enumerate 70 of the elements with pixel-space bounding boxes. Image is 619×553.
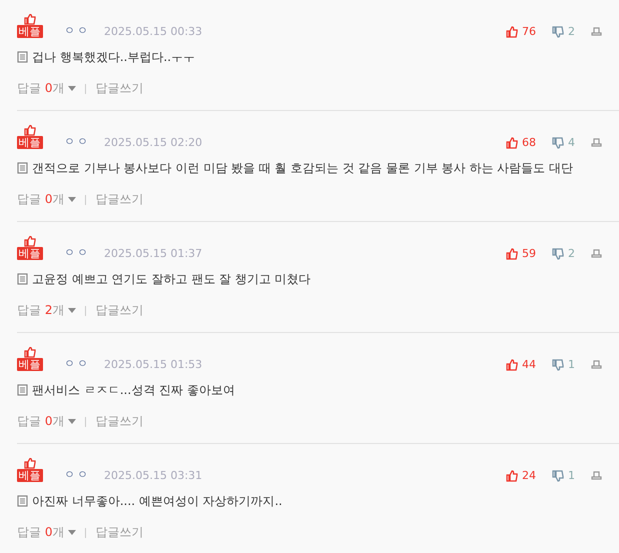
thumbs-up-icon — [24, 14, 36, 25]
author-name: ㅇㅇ — [64, 245, 90, 260]
best-badge: 베플 — [16, 25, 42, 38]
dislike-count: 2 — [568, 25, 575, 38]
thumbs-up-icon[interactable] — [506, 470, 518, 482]
write-reply-link[interactable]: 답글쓰기 — [95, 80, 144, 97]
author-name: ㅇㅇ — [64, 467, 90, 482]
thumbs-up-icon — [24, 458, 36, 469]
thumbs-up-icon — [24, 236, 36, 247]
comment-text: 겁나 행복했겠다..부럽다..ㅜㅜ — [32, 48, 196, 66]
siren-icon[interactable] — [591, 470, 602, 481]
reply-count-toggle[interactable]: 답글 0개 — [17, 80, 76, 97]
thumbs-down-icon[interactable] — [552, 248, 564, 260]
write-reply-link[interactable]: 답글쓰기 — [95, 413, 144, 430]
comment-date: 2025.05.15 02:20 — [104, 136, 202, 149]
comment-text: 갠적으로 기부나 봉사보다 이런 미담 봤을 때 훨 호감되는 것 같음 물론 기부 봉사 하는 사람들도 대단 — [32, 160, 574, 176]
siren-icon[interactable] — [591, 359, 602, 370]
thumbs-down-icon[interactable] — [552, 26, 564, 38]
write-reply-link[interactable]: 답글쓰기 — [95, 302, 144, 319]
thumbs-up-icon[interactable] — [506, 358, 518, 370]
comment-date: 2025.05.15 01:37 — [104, 247, 202, 260]
like-count: 76 — [522, 25, 536, 38]
comment-date: 2025.05.15 03:31 — [104, 469, 202, 482]
thumbs-down-icon[interactable] — [552, 470, 564, 482]
write-reply-link[interactable]: 답글쓰기 — [95, 524, 144, 541]
comment-date: 2025.05.15 00:33 — [104, 25, 202, 38]
siren-icon[interactable] — [591, 248, 602, 259]
caret-icon[interactable] — [68, 197, 76, 202]
siren-icon[interactable] — [591, 137, 602, 148]
like-count: 59 — [522, 247, 536, 260]
reply-count-toggle[interactable]: 답글 0개 — [17, 413, 76, 430]
dislike-count: 2 — [568, 247, 575, 260]
best-badge: 베플 — [16, 469, 42, 482]
best-badge: 베플 — [16, 358, 42, 371]
comment-text: 고윤정 예쁘고 연기도 잘하고 팬도 잘 챙기고 미쳤다 — [32, 270, 311, 288]
best-badge: 베플 — [16, 247, 42, 260]
dislike-count: 4 — [568, 136, 575, 149]
dislike-count: 1 — [568, 358, 575, 371]
caret-icon[interactable] — [68, 419, 76, 424]
comment-date: 2025.05.15 01:53 — [104, 358, 202, 371]
like-count: 68 — [522, 136, 536, 149]
thumbs-up-icon — [24, 347, 36, 358]
document-icon — [17, 162, 28, 174]
thumbs-down-icon[interactable] — [552, 136, 564, 148]
author-name: ㅇㅇ — [64, 134, 90, 149]
comment-text: 팬서비스 ㄹㅈㄷ...성격 진짜 좋아보여 — [32, 382, 235, 398]
author-name: ㅇㅇ — [64, 356, 90, 371]
dislike-count: 1 — [568, 469, 575, 482]
reply-count-toggle[interactable]: 답글 0개 — [17, 191, 76, 208]
comment-text: 아진짜 너무좋아.... 예쁜여성이 자상하기까지.. — [32, 492, 282, 510]
like-count: 24 — [522, 469, 536, 482]
thumbs-up-icon — [24, 125, 36, 136]
write-reply-link[interactable]: 답글쓰기 — [95, 191, 144, 208]
thumbs-up-icon[interactable] — [506, 136, 518, 148]
author-name: ㅇㅇ — [64, 23, 90, 38]
like-count: 44 — [522, 358, 536, 371]
document-icon — [17, 273, 28, 285]
thumbs-down-icon[interactable] — [552, 358, 564, 370]
siren-icon[interactable] — [591, 26, 602, 37]
document-icon — [17, 384, 28, 396]
document-icon — [17, 51, 28, 63]
caret-icon[interactable] — [68, 308, 76, 313]
reply-count-toggle[interactable]: 답글 2개 — [17, 302, 76, 319]
reply-count-toggle[interactable]: 답글 0개 — [17, 524, 76, 541]
best-badge: 베플 — [16, 136, 42, 149]
thumbs-up-icon[interactable] — [506, 26, 518, 38]
caret-icon[interactable] — [68, 86, 76, 91]
thumbs-up-icon[interactable] — [506, 248, 518, 260]
document-icon — [17, 495, 28, 507]
caret-icon[interactable] — [68, 530, 76, 535]
